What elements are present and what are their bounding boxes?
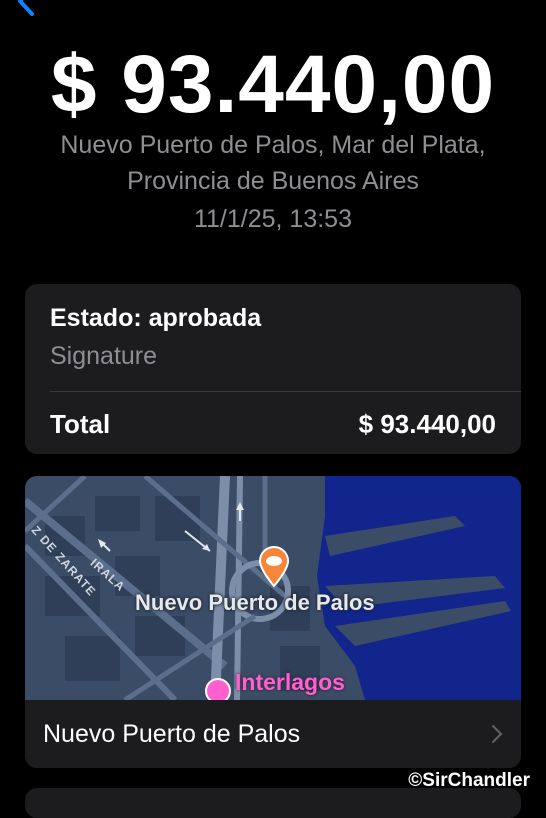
next-card[interactable] (25, 788, 521, 818)
card-type-label: Signature (50, 342, 158, 370)
back-chevron-icon[interactable] (14, 0, 38, 16)
karting-poi-icon[interactable] (205, 678, 231, 700)
status-label: Estado: aprobada (50, 304, 262, 332)
transaction-amount: $ 93.440,00 (50, 39, 496, 130)
location-line-2: Provincia de Buenos Aires (127, 167, 419, 195)
map-place-label: Nuevo Puerto de Palos (135, 590, 375, 615)
poi-label: Interlagos (235, 669, 345, 695)
map-view[interactable]: IRALA Z DE ZARATE Nuevo Puerto de Palos … (25, 476, 521, 700)
divider (50, 391, 521, 392)
chevron-right-icon (492, 725, 503, 743)
map-card[interactable]: IRALA Z DE ZARATE Nuevo Puerto de Palos … (25, 476, 521, 768)
location-pin-icon[interactable] (257, 546, 291, 588)
total-label: Total (50, 409, 111, 439)
map-graphic (25, 476, 521, 700)
watermark: ©SirChandler (408, 770, 530, 791)
location-row[interactable]: Nuevo Puerto de Palos (25, 700, 521, 768)
status-card: Estado: aprobada Signature Total $ 93.44… (25, 284, 521, 454)
location-line-1: Nuevo Puerto de Palos, Mar del Plata, (60, 131, 486, 159)
location-row-label: Nuevo Puerto de Palos (43, 720, 301, 748)
transaction-datetime: 11/1/25, 13:53 (193, 205, 352, 233)
total-value: $ 93.440,00 (358, 409, 496, 439)
